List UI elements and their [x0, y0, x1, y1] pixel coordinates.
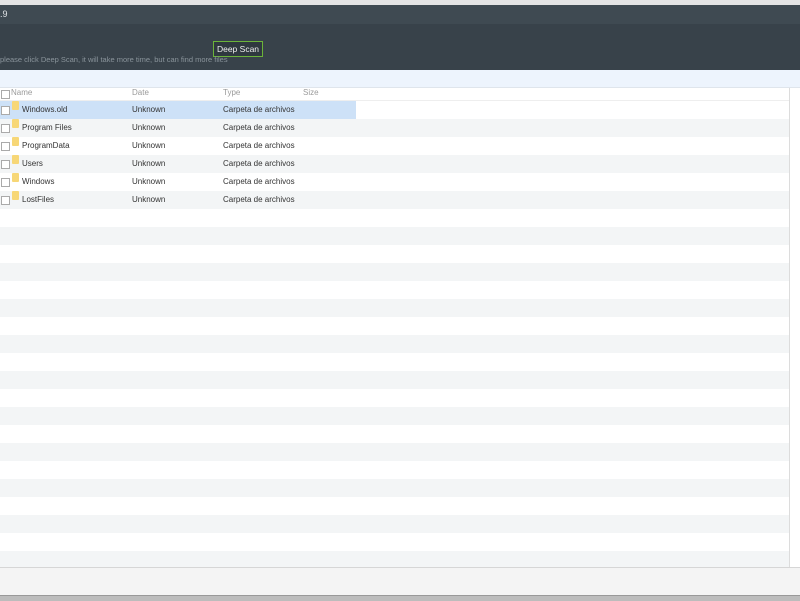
file-type: Carpeta de archivos	[223, 159, 295, 168]
empty-row	[0, 551, 789, 567]
toolbar: Deep Scan please click Deep Scan, it wil…	[0, 24, 800, 70]
table-row[interactable]: Program Files Unknown Carpeta de archivo…	[0, 119, 789, 137]
empty-row	[0, 245, 789, 263]
column-date[interactable]: Date	[132, 88, 149, 97]
empty-row	[0, 533, 789, 551]
column-name[interactable]: Name	[11, 88, 32, 97]
row-checkbox[interactable]	[1, 160, 10, 169]
file-type: Carpeta de archivos	[223, 195, 295, 204]
folder-icon	[12, 137, 19, 146]
empty-row	[0, 443, 789, 461]
empty-row	[0, 371, 789, 389]
file-type: Carpeta de archivos	[223, 123, 295, 132]
file-date: Unknown	[132, 105, 166, 114]
folder-icon	[12, 191, 19, 200]
empty-row	[0, 497, 789, 515]
file-name: Users	[22, 159, 43, 168]
empty-row	[0, 407, 789, 425]
file-name: ProgramData	[22, 141, 70, 150]
empty-row	[0, 479, 789, 497]
empty-row	[0, 515, 789, 533]
title-bar: .9	[0, 5, 800, 24]
column-type[interactable]: Type	[223, 88, 240, 97]
row-checkbox[interactable]	[1, 124, 10, 133]
row-checkbox[interactable]	[1, 106, 10, 115]
table-row[interactable]: Users Unknown Carpeta de archivos	[0, 155, 789, 173]
file-name: Windows	[22, 177, 55, 186]
file-type: Carpeta de archivos	[223, 177, 295, 186]
empty-row	[0, 335, 789, 353]
file-name: Windows.old	[22, 105, 68, 114]
window-bottom-border	[0, 595, 800, 601]
empty-row	[0, 461, 789, 479]
empty-row	[0, 317, 789, 335]
folder-icon	[12, 101, 19, 110]
window-title: .9	[0, 9, 8, 19]
file-date: Unknown	[132, 123, 166, 132]
file-date: Unknown	[132, 195, 166, 204]
file-date: Unknown	[132, 141, 166, 150]
file-type: Carpeta de archivos	[223, 141, 295, 150]
table-row[interactable]: LostFiles Unknown Carpeta de archivos	[0, 191, 789, 209]
table-row[interactable]: ProgramData Unknown Carpeta de archivos	[0, 137, 789, 155]
file-type: Carpeta de archivos	[223, 105, 295, 114]
empty-row	[0, 209, 789, 227]
empty-row	[0, 389, 789, 407]
file-date: Unknown	[132, 177, 166, 186]
table-row[interactable]: Windows Unknown Carpeta de archivos	[0, 173, 789, 191]
select-all-checkbox[interactable]	[1, 90, 10, 99]
table-row[interactable]: Windows.old Unknown Carpeta de archivos	[0, 101, 789, 119]
deep-scan-hint: please click Deep Scan, it will take mor…	[0, 55, 228, 64]
empty-row	[0, 263, 789, 281]
empty-row	[0, 425, 789, 443]
row-checkbox[interactable]	[1, 178, 10, 187]
folder-icon	[12, 155, 19, 164]
table-header: Name Date Type Size	[0, 88, 789, 101]
empty-row	[0, 353, 789, 371]
column-size[interactable]: Size	[303, 88, 319, 97]
row-checkbox[interactable]	[1, 196, 10, 205]
file-name: Program Files	[22, 123, 72, 132]
folder-icon	[12, 119, 19, 128]
empty-row	[0, 281, 789, 299]
path-strip	[0, 70, 800, 88]
folder-icon	[12, 173, 19, 182]
status-bar	[0, 567, 800, 596]
row-checkbox[interactable]	[1, 142, 10, 151]
file-name: LostFiles	[22, 195, 55, 204]
empty-row	[0, 299, 789, 317]
file-table: Name Date Type Size Windows.old Unknown …	[0, 88, 790, 567]
file-date: Unknown	[132, 159, 166, 168]
empty-row	[0, 227, 789, 245]
